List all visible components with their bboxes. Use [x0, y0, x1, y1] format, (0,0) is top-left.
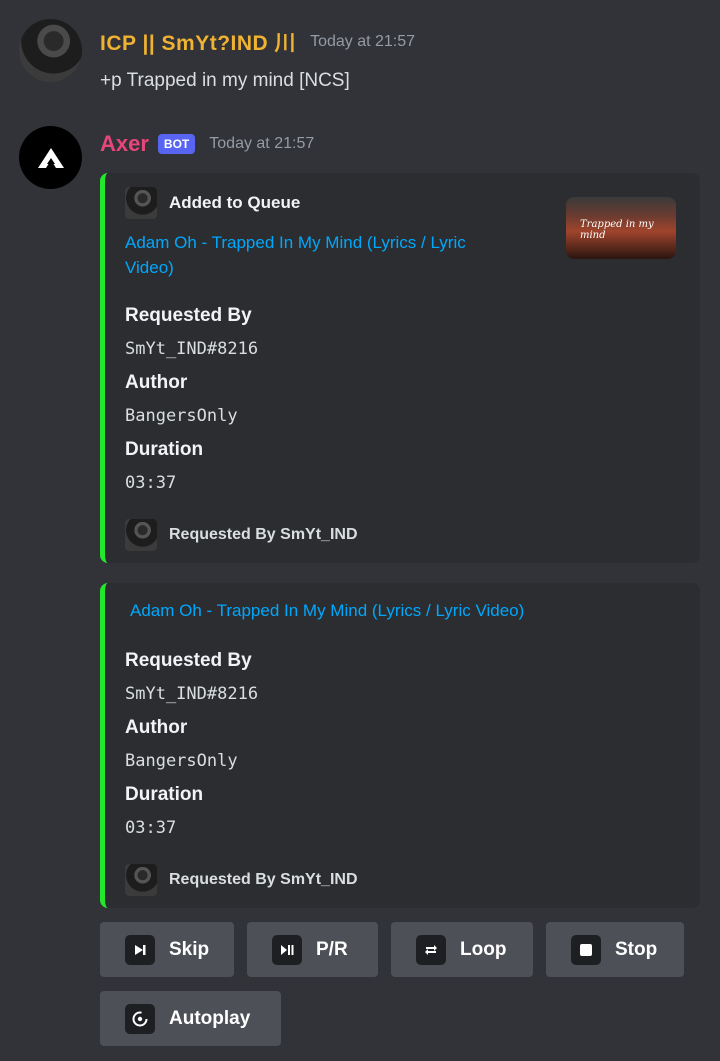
field-name: Requested By — [125, 305, 252, 326]
embed-title-link[interactable]: Adam Oh - Trapped In My Mind (Lyrics / L… — [130, 598, 690, 623]
field-value: 03:37 — [125, 473, 177, 493]
field-value: BangersOnly — [125, 751, 238, 771]
field-value: SmYt_IND#8216 — [125, 339, 259, 359]
timestamp: Today at 21:57 — [310, 33, 416, 50]
loop-icon — [416, 934, 446, 965]
now-playing-embed: Adam Oh - Trapped In My Mind (Lyrics / L… — [100, 583, 700, 908]
play-pause-icon — [272, 934, 302, 965]
field-name: Duration — [125, 784, 204, 805]
message-header: Axer BOT Today at 21:57 — [100, 131, 314, 157]
queue-embed: Added to Queue Adam Oh - Trapped In My M… — [100, 173, 700, 563]
stop-button[interactable]: Stop — [546, 922, 684, 977]
timestamp: Today at 21:57 — [209, 135, 315, 152]
footer-avatar — [125, 864, 157, 896]
field-name: Requested By — [125, 650, 252, 671]
message-text: +p Trapped in my mind [NCS] — [100, 70, 350, 91]
stop-icon — [571, 934, 601, 965]
author-avatar — [125, 187, 157, 219]
axer-logo-icon — [37, 147, 64, 168]
footer-text: Requested By SmYt_IND — [169, 526, 358, 543]
field-name: Duration — [125, 439, 204, 460]
field-name: Author — [125, 717, 188, 738]
pr-label: P/R — [316, 938, 348, 960]
user-avatar[interactable] — [19, 19, 82, 82]
thumbnail-image[interactable]: Trapped in my mind — [566, 197, 676, 259]
autoplay-label: Autoplay — [169, 1007, 251, 1029]
skip-label: Skip — [169, 938, 210, 960]
embed-footer: Requested By SmYt_IND — [125, 864, 358, 896]
username[interactable]: ICP || SmYt?IND 川 — [100, 27, 296, 57]
pause-resume-button[interactable]: P/R — [247, 922, 378, 977]
bot-badge: BOT — [157, 134, 196, 154]
loop-button[interactable]: Loop — [391, 922, 533, 977]
stop-label: Stop — [615, 938, 658, 960]
embed-title-link[interactable]: Adam Oh - Trapped In My Mind (Lyrics / L… — [125, 230, 505, 280]
embed-author-name: Added to Queue — [169, 193, 301, 212]
bot-avatar[interactable] — [19, 126, 82, 189]
skip-next-icon — [125, 934, 155, 965]
skip-button[interactable]: Skip — [100, 922, 234, 977]
footer-avatar — [125, 519, 157, 551]
field-name: Author — [125, 372, 188, 393]
thumbnail-text: Trapped in my mind — [580, 219, 654, 241]
autoplay-button[interactable]: Autoplay — [100, 991, 281, 1046]
autoplay-icon — [125, 1003, 155, 1034]
loop-label: Loop — [460, 938, 507, 960]
bot-username[interactable]: Axer — [100, 131, 149, 157]
embed-footer: Requested By SmYt_IND — [125, 519, 358, 551]
footer-text: Requested By SmYt_IND — [169, 871, 358, 888]
field-value: BangersOnly — [125, 406, 238, 426]
field-value: 03:37 — [125, 818, 177, 838]
field-value: SmYt_IND#8216 — [125, 684, 259, 704]
message-header: ICP || SmYt?IND 川 Today at 21:57 — [100, 27, 415, 57]
embed-author: Added to Queue — [125, 187, 300, 219]
